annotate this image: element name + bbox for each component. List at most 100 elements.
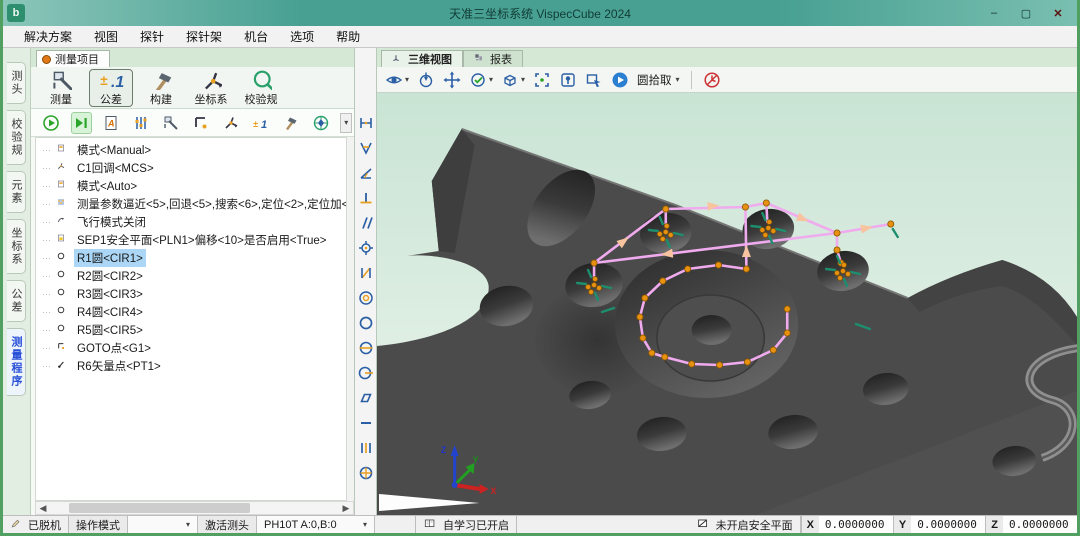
tree-item[interactable]: ⋯R1圆<CIR1> <box>42 249 346 267</box>
active-probe-dropdown[interactable]: PH10T A:0,B:0▾ <box>257 516 375 533</box>
goto-icon <box>57 342 69 354</box>
gdt-symmetry-circle-button[interactable] <box>355 337 377 359</box>
orbit-icon <box>417 71 435 89</box>
tree-item[interactable]: ⋯R6矢量点<PT1> <box>42 357 346 375</box>
gdt-position-alt-button[interactable] <box>355 462 377 484</box>
scroll-right-arrow[interactable]: ▶ <box>339 503 353 514</box>
tree-item[interactable]: ⋯C1回调<MCS> <box>42 159 346 177</box>
tree-item[interactable]: ⋯GOTO点<G1> <box>42 339 346 357</box>
tolerance-small-icon: ±1 <box>252 114 270 132</box>
app-window: b 天准三坐标系统 VispecCube 2024 – ▢ ✕ 解决方案 视图 … <box>0 0 1080 536</box>
svg-text:1: 1 <box>261 119 267 131</box>
menu-view[interactable]: 视图 <box>83 26 129 47</box>
gdt-flatness-button[interactable] <box>355 387 377 409</box>
3d-viewport[interactable]: Z Y X <box>377 93 1077 515</box>
tree-connector: ⋯ <box>42 253 52 264</box>
svg-text:A: A <box>107 118 115 128</box>
locate-button[interactable] <box>559 71 577 89</box>
safety-plane-icon <box>696 518 712 532</box>
measure-small-button[interactable] <box>161 112 182 134</box>
menu-probe-rack[interactable]: 探针架 <box>175 26 233 47</box>
gdt-runout-button[interactable] <box>355 362 377 384</box>
view-eye-button[interactable]: ▾ <box>385 71 409 89</box>
gdt-concentricity-button[interactable] <box>355 287 377 309</box>
goto-button[interactable] <box>191 112 212 134</box>
run-button[interactable] <box>41 112 62 134</box>
cube-view-button[interactable]: ▾ <box>501 71 525 89</box>
ribbon-measure-button[interactable]: 测量 <box>39 69 83 107</box>
render-style-button[interactable]: ▾ <box>469 71 493 89</box>
menu-help[interactable]: 帮助 <box>325 26 371 47</box>
gdt-parallelism-button[interactable] <box>355 212 377 234</box>
pan-button[interactable] <box>443 71 461 89</box>
tree-item[interactable]: ⋯模式<Auto> <box>42 177 346 195</box>
toolbar-overflow-button[interactable]: ▾ <box>340 113 352 133</box>
scroll-thumb[interactable] <box>69 503 250 513</box>
gdt-angularity-button[interactable] <box>355 262 377 284</box>
gdt-angle-between-button[interactable] <box>355 137 377 159</box>
tree-vertical-scrollbar[interactable] <box>347 137 354 501</box>
svg-text:±: ± <box>253 119 258 129</box>
ribbon-construct-button[interactable]: 构建 <box>139 69 183 107</box>
side-tab-measure-program[interactable]: 测量程序 <box>7 328 26 396</box>
tree-item[interactable]: ⋯R5圆<CIR5> <box>42 321 346 339</box>
construct-small-button[interactable] <box>281 112 302 134</box>
tree-connector: ⋯ <box>42 235 52 246</box>
probe-compass-button[interactable] <box>311 112 332 134</box>
tab-3d-view[interactable]: 三维视图 <box>381 50 463 67</box>
position-icon <box>357 239 375 257</box>
minimize-button[interactable]: – <box>979 3 1009 23</box>
ribbon-gauge-button[interactable]: 校验规 <box>239 69 283 107</box>
menu-options[interactable]: 选项 <box>279 26 325 47</box>
tree-horizontal-scrollbar[interactable]: ◀ ▶ <box>35 501 354 515</box>
report-button[interactable]: A <box>101 112 122 134</box>
distance-icon <box>357 114 375 132</box>
coordsys-small-button[interactable] <box>221 112 242 134</box>
side-tab-gauge[interactable]: 校验规 <box>7 110 26 165</box>
circle-pick-dropdown[interactable]: 圆拾取 ▾ <box>637 72 680 88</box>
clip-plane-button[interactable] <box>703 71 721 89</box>
tree-item[interactable]: ⋯R3圆<CIR3> <box>42 285 346 303</box>
pencil-icon <box>10 518 24 532</box>
side-tab-elements[interactable]: 元素 <box>7 171 26 213</box>
tree-item[interactable]: ⋯R2圆<CIR2> <box>42 267 346 285</box>
close-button[interactable]: ✕ <box>1043 3 1073 23</box>
gdt-perpendicularity-button[interactable] <box>355 187 377 209</box>
tree-item-label: R6矢量点<PT1> <box>74 357 164 375</box>
side-tab-tolerance[interactable]: 公差 <box>7 280 26 322</box>
tab-report[interactable]: 报表 <box>463 50 523 67</box>
op-mode-dropdown[interactable]: ▾ <box>128 516 198 533</box>
gdt-position-button[interactable] <box>355 237 377 259</box>
side-tab-probe[interactable]: 测头 <box>7 62 26 104</box>
orbit-button[interactable] <box>417 71 435 89</box>
menu-machine[interactable]: 机台 <box>233 26 279 47</box>
tolerance-small-button[interactable]: ±1 <box>251 112 272 134</box>
gdt-circularity-button[interactable] <box>355 312 377 334</box>
tree-connector: ⋯ <box>42 325 52 336</box>
tab-measure-project[interactable]: 测量项目 <box>36 50 110 67</box>
scroll-left-arrow[interactable]: ◀ <box>36 503 50 514</box>
menu-probe[interactable]: 探针 <box>129 26 175 47</box>
tree-item-label: 模式<Auto> <box>74 177 140 195</box>
gdt-symmetry-button[interactable] <box>355 437 377 459</box>
measure-icon <box>50 68 72 90</box>
tree-item[interactable]: ⋯模式<Manual> <box>42 141 346 159</box>
side-tab-coordsys[interactable]: 坐标系 <box>7 219 26 274</box>
tree-item-label: 飞行模式关闭 <box>74 213 149 231</box>
menu-solution[interactable]: 解决方案 <box>13 26 83 47</box>
gdt-angle-button[interactable] <box>355 162 377 184</box>
tree-item[interactable]: ⋯R4圆<CIR4> <box>42 303 346 321</box>
gdt-distance-button[interactable] <box>355 112 377 134</box>
tree-item[interactable]: ⋯测量参数逼近<5>,回退<5>,搜索<6>,定位<2>,定位加<2>,测量 <box>42 195 346 213</box>
ribbon-coordsys-button[interactable]: 坐标系 <box>189 69 233 107</box>
tree-item[interactable]: ⋯SEP1安全平面<PLN1>偏移<10>是否启用<True> <box>42 231 346 249</box>
ribbon-tolerance-button[interactable]: ±.1 公差 <box>89 69 133 107</box>
window-select-button[interactable] <box>585 71 603 89</box>
maximize-button[interactable]: ▢ <box>1011 3 1041 23</box>
gdt-straightness-button[interactable] <box>355 412 377 434</box>
fit-view-button[interactable] <box>533 71 551 89</box>
measure-params-button[interactable] <box>131 112 152 134</box>
tree-item[interactable]: ⋯飞行模式关闭 <box>42 213 346 231</box>
play-button[interactable] <box>611 71 629 89</box>
step-run-button[interactable] <box>71 112 92 134</box>
